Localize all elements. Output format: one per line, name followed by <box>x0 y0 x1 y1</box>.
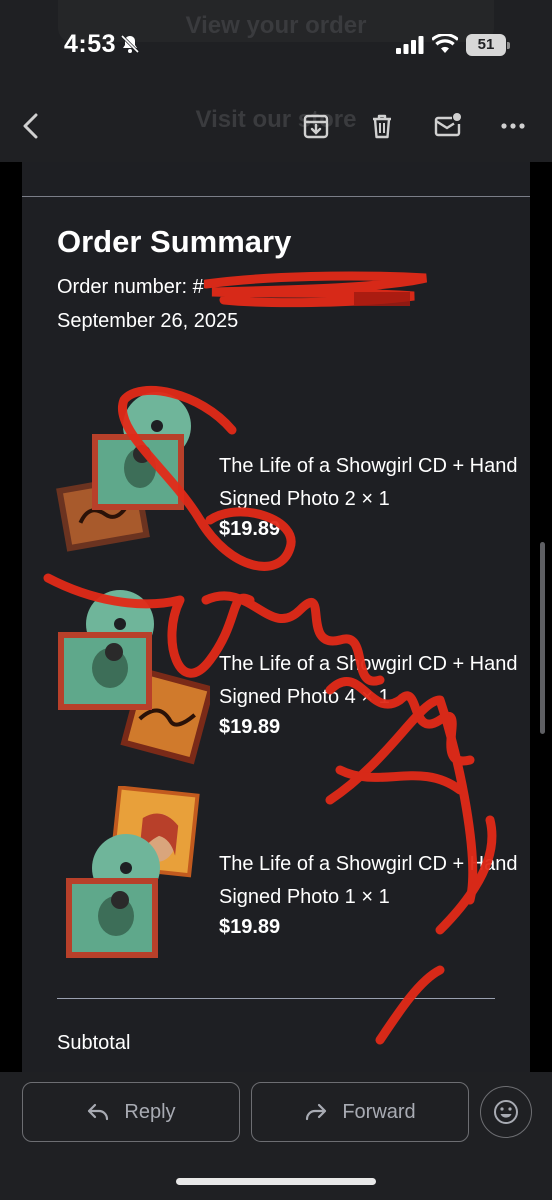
forward-label: Forward <box>342 1100 416 1123</box>
reply-label: Reply <box>124 1100 176 1123</box>
order-item: The Life of a Showgirl CD + Hand Signed … <box>22 586 530 766</box>
trash-icon[interactable] <box>362 106 402 146</box>
order-summary-card: Order Summary Order number: # September … <box>22 162 530 1072</box>
item-name: The Life of a Showgirl CD + Hand Signed … <box>219 455 518 510</box>
scrollbar[interactable] <box>540 542 545 734</box>
forward-arrow-icon <box>306 1103 327 1121</box>
subtotal-label: Subtotal <box>57 1032 131 1054</box>
battery-indicator: 51 <box>466 34 510 56</box>
mark-unread-icon[interactable] <box>428 106 468 146</box>
more-icon[interactable] <box>493 106 533 146</box>
home-indicator[interactable] <box>176 1178 376 1185</box>
cellular-signal-icon <box>396 36 424 54</box>
order-date: September 26, 2025 <box>57 310 239 332</box>
back-arrow-icon[interactable] <box>12 106 52 146</box>
product-image <box>66 786 200 958</box>
ghost-visit-store-text: Visit our store <box>195 106 357 133</box>
item-price: $19.89 <box>219 518 281 540</box>
redaction-scribble <box>204 271 428 308</box>
order-number-label: Order number: # <box>57 276 204 298</box>
wifi-icon <box>432 34 458 53</box>
item-name: The Life of a Showgirl CD + Hand Signed … <box>219 653 518 708</box>
emoji-reaction-button[interactable] <box>480 1086 532 1138</box>
item-name: The Life of a Showgirl CD + Hand Signed … <box>219 853 518 908</box>
bottom-action-bar: Reply Forward <box>0 1072 552 1200</box>
item-price: $19.89 <box>219 916 281 938</box>
email-toolbar: Visit our store <box>0 92 552 162</box>
forward-button[interactable]: Forward <box>251 1082 469 1142</box>
order-item: The Life of a Showgirl CD + Hand Signed … <box>22 388 530 568</box>
archive-icon[interactable] <box>296 106 336 146</box>
reply-arrow-icon <box>88 1103 109 1121</box>
item-price: $19.89 <box>219 716 281 738</box>
silent-bell-icon <box>120 34 140 54</box>
order-item: The Life of a Showgirl CD + Hand Signed … <box>22 786 530 966</box>
divider <box>22 196 530 197</box>
product-image <box>56 392 191 552</box>
reply-button[interactable]: Reply <box>22 1082 240 1142</box>
product-image <box>58 590 210 765</box>
email-body[interactable]: Order Summary Order number: # September … <box>0 162 552 1072</box>
divider <box>57 998 495 999</box>
smiley-icon <box>494 1100 518 1124</box>
order-summary-title: Order Summary <box>57 224 292 259</box>
clock: 4:53 <box>64 30 117 58</box>
status-bar: View your order 4:53 51 <box>0 0 552 92</box>
